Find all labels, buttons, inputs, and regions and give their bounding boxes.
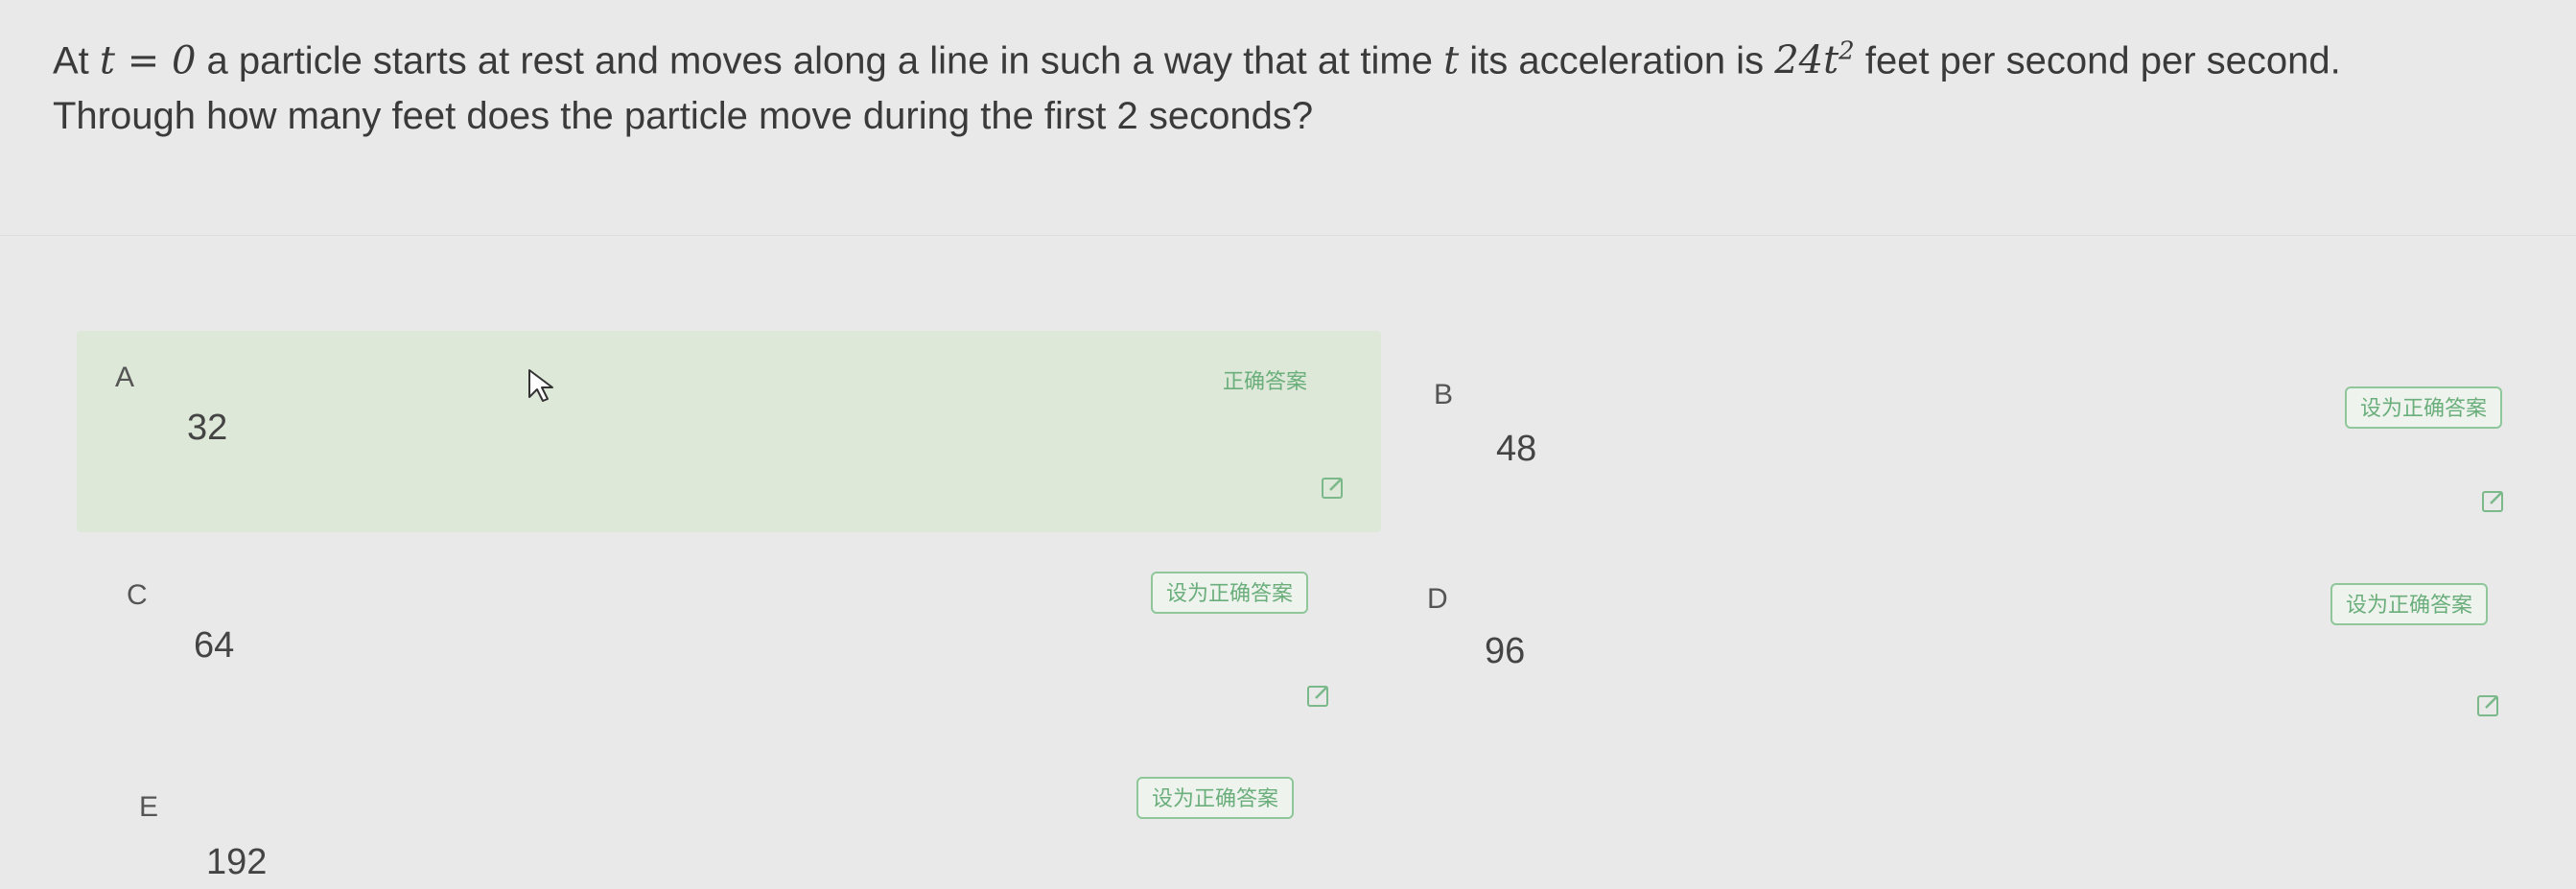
edit-icon[interactable] bbox=[2474, 690, 2503, 719]
math-acceleration-exponent: 2 bbox=[1838, 37, 1855, 66]
option-letter: B bbox=[1434, 379, 1454, 410]
set-correct-button[interactable]: 设为正确答案 bbox=[2345, 386, 2503, 429]
edit-icon[interactable] bbox=[1319, 473, 1347, 502]
question-part3: feet per second per second. bbox=[1864, 39, 2341, 82]
option-letter: E bbox=[139, 791, 159, 823]
option-letter: C bbox=[127, 579, 148, 611]
math-acceleration: 24t2 bbox=[1774, 37, 1855, 83]
math-acceleration-base: 24t bbox=[1774, 38, 1839, 83]
option-b[interactable]: B 48 设为正确答案 bbox=[1410, 340, 2561, 542]
question-part2: its acceleration is bbox=[1469, 39, 1765, 82]
option-a[interactable]: A 32 正确答案 bbox=[77, 331, 1381, 532]
set-correct-button[interactable]: 设为正确答案 bbox=[2330, 583, 2489, 625]
mouse-pointer-icon bbox=[528, 369, 553, 402]
question-line2: Through how many feet does the particle … bbox=[53, 95, 1314, 138]
edit-icon[interactable] bbox=[2479, 486, 2508, 515]
edit-icon[interactable] bbox=[1304, 681, 1333, 710]
question-text: At t = 0 a particle starts at rest and m… bbox=[53, 24, 2546, 144]
math-t: t bbox=[1443, 38, 1460, 83]
math-t-equals-zero: t = 0 bbox=[99, 38, 197, 83]
question-part1: a particle starts at rest and moves alon… bbox=[206, 39, 1433, 82]
set-correct-button[interactable]: 设为正确答案 bbox=[1151, 572, 1309, 614]
option-letter: D bbox=[1427, 583, 1448, 615]
option-value: 48 bbox=[1496, 429, 1537, 469]
option-letter: A bbox=[115, 362, 135, 393]
option-e[interactable]: E 192 设为正确答案 bbox=[77, 767, 1381, 889]
question-intro: At bbox=[53, 39, 89, 82]
option-d[interactable]: D 96 设为正确答案 bbox=[1410, 556, 2561, 748]
option-c[interactable]: C 64 设为正确答案 bbox=[77, 556, 1381, 748]
option-value: 64 bbox=[194, 625, 235, 666]
option-value: 96 bbox=[1485, 631, 1526, 671]
divider bbox=[0, 235, 2576, 236]
option-value: 192 bbox=[206, 842, 268, 882]
option-value: 32 bbox=[187, 408, 228, 448]
correct-answer-label: 正确答案 bbox=[1223, 370, 1308, 394]
set-correct-button[interactable]: 设为正确答案 bbox=[1136, 777, 1295, 819]
